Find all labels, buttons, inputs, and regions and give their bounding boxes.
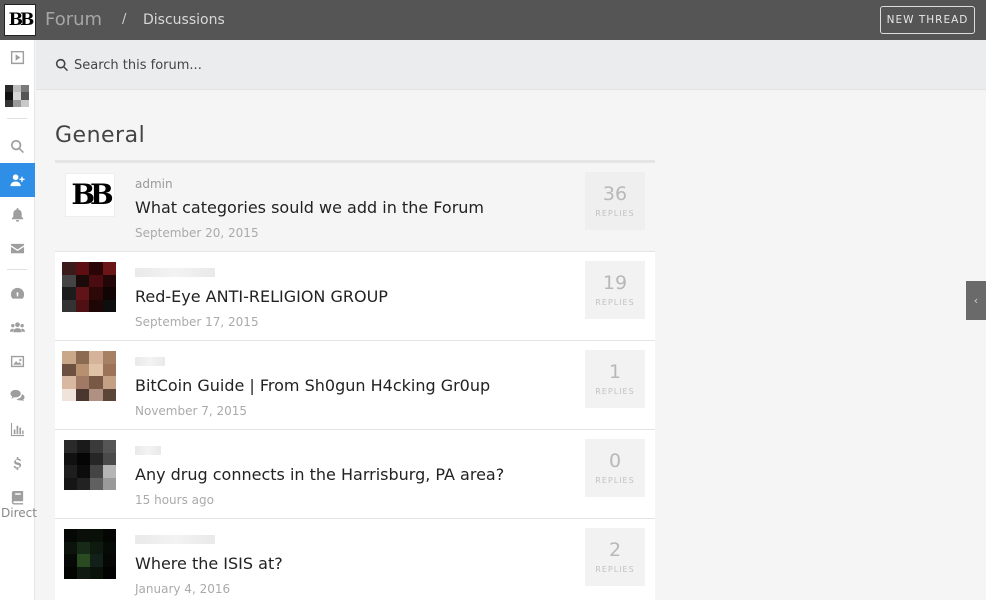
thread-row[interactable]: BitCoin Guide | From Sh0gun H4cking Gr0u… xyxy=(55,341,655,430)
users-icon xyxy=(10,321,25,332)
bb-logo-icon[interactable]: BB xyxy=(4,4,36,36)
thread-author[interactable] xyxy=(135,535,215,544)
comments-icon xyxy=(10,389,25,401)
thread-author[interactable] xyxy=(135,268,215,277)
sidebar-item-video[interactable] xyxy=(0,40,35,74)
sidebar-user-avatar[interactable] xyxy=(5,85,29,107)
dashboard-icon xyxy=(10,287,25,299)
replies-label: REPLIES xyxy=(595,386,635,396)
thread-title[interactable]: What categories sould we add in the Foru… xyxy=(135,198,484,217)
replies-label: REPLIES xyxy=(595,208,635,218)
thread-date: September 20, 2015 xyxy=(135,226,259,240)
sidebar-divider xyxy=(7,269,27,270)
thread-title[interactable]: Where the ISIS at? xyxy=(135,554,283,573)
forum-search-input[interactable] xyxy=(74,53,474,77)
replies-count-box: 0 REPLIES xyxy=(585,439,645,497)
thread-date: September 17, 2015 xyxy=(135,315,259,329)
sidebar-item-stats[interactable] xyxy=(0,412,35,446)
thread-row[interactable]: BB admin What categories sould we add in… xyxy=(55,163,655,252)
author-avatar[interactable] xyxy=(62,351,116,401)
replies-label: REPLIES xyxy=(595,564,635,574)
sidebar: Direct xyxy=(0,40,37,600)
thread-row[interactable]: Where the ISIS at? January 4, 2016 2 REP… xyxy=(55,519,655,600)
replies-count-box: 2 REPLIES xyxy=(585,528,645,586)
thread-author[interactable] xyxy=(135,357,165,366)
author-avatar[interactable] xyxy=(64,529,116,579)
author-avatar[interactable] xyxy=(64,440,116,490)
bell-icon xyxy=(11,207,24,222)
brand-title[interactable]: Forum xyxy=(45,9,102,30)
sidebar-item-search[interactable] xyxy=(0,129,35,163)
replies-label: REPLIES xyxy=(595,297,635,307)
sidebar-toggle-tab[interactable]: ‹ xyxy=(966,281,986,320)
thread-title[interactable]: BitCoin Guide | From Sh0gun H4cking Gr0u… xyxy=(135,376,490,395)
replies-count: 1 xyxy=(608,361,622,383)
breadcrumb-separator: / xyxy=(122,12,127,27)
sidebar-item-photos[interactable] xyxy=(0,344,35,378)
chevron-left-icon: ‹ xyxy=(973,294,979,307)
sidebar-directory-label[interactable]: Direct xyxy=(0,506,40,520)
category-title: General xyxy=(55,123,146,148)
sidebar-divider xyxy=(7,118,27,119)
thread-title[interactable]: Any drug connects in the Harrisburg, PA … xyxy=(135,465,504,484)
thread-date: 15 hours ago xyxy=(135,493,214,507)
thread-date: January 4, 2016 xyxy=(135,582,231,596)
thread-title[interactable]: Red-Eye ANTI-RELIGION GROUP xyxy=(135,287,388,306)
author-avatar[interactable] xyxy=(62,262,116,312)
sidebar-item-messages[interactable] xyxy=(0,231,35,265)
dollar-icon xyxy=(13,456,22,470)
replies-count-box: 1 REPLIES xyxy=(585,350,645,408)
sidebar-item-add-user[interactable] xyxy=(0,163,35,197)
top-bar: BB Forum / Discussions NEW THREAD xyxy=(0,0,986,40)
thread-date: November 7, 2015 xyxy=(135,404,248,418)
sidebar-item-groups[interactable] xyxy=(0,310,35,344)
thread-row[interactable]: Red-Eye ANTI-RELIGION GROUP September 17… xyxy=(55,252,655,341)
replies-label: REPLIES xyxy=(595,475,635,485)
forum-search-bar xyxy=(36,40,986,90)
search-icon xyxy=(10,139,24,153)
image-icon xyxy=(10,355,25,367)
book-icon xyxy=(11,490,24,505)
add-user-icon xyxy=(10,173,25,186)
replies-count: 2 xyxy=(608,539,622,561)
replies-count: 36 xyxy=(602,183,628,205)
thread-author[interactable] xyxy=(135,446,161,455)
replies-count-box: 19 REPLIES xyxy=(585,261,645,319)
replies-count: 19 xyxy=(602,272,628,294)
author-avatar[interactable]: BB xyxy=(65,173,115,217)
new-thread-button[interactable]: NEW THREAD xyxy=(880,6,975,34)
sidebar-item-dashboard[interactable] xyxy=(0,276,35,310)
thread-author[interactable]: admin xyxy=(135,177,173,191)
sidebar-item-chat[interactable] xyxy=(0,378,35,412)
bar-chart-icon xyxy=(10,422,25,436)
thread-row[interactable]: Any drug connects in the Harrisburg, PA … xyxy=(55,430,655,519)
search-icon xyxy=(55,58,69,72)
sidebar-item-notifications[interactable] xyxy=(0,197,35,231)
replies-count: 0 xyxy=(608,450,622,472)
replies-count-box: 36 REPLIES xyxy=(585,172,645,230)
sidebar-item-payments[interactable] xyxy=(0,446,35,480)
envelope-icon xyxy=(10,243,25,253)
breadcrumb-discussions[interactable]: Discussions xyxy=(143,12,225,28)
video-icon xyxy=(10,50,25,64)
